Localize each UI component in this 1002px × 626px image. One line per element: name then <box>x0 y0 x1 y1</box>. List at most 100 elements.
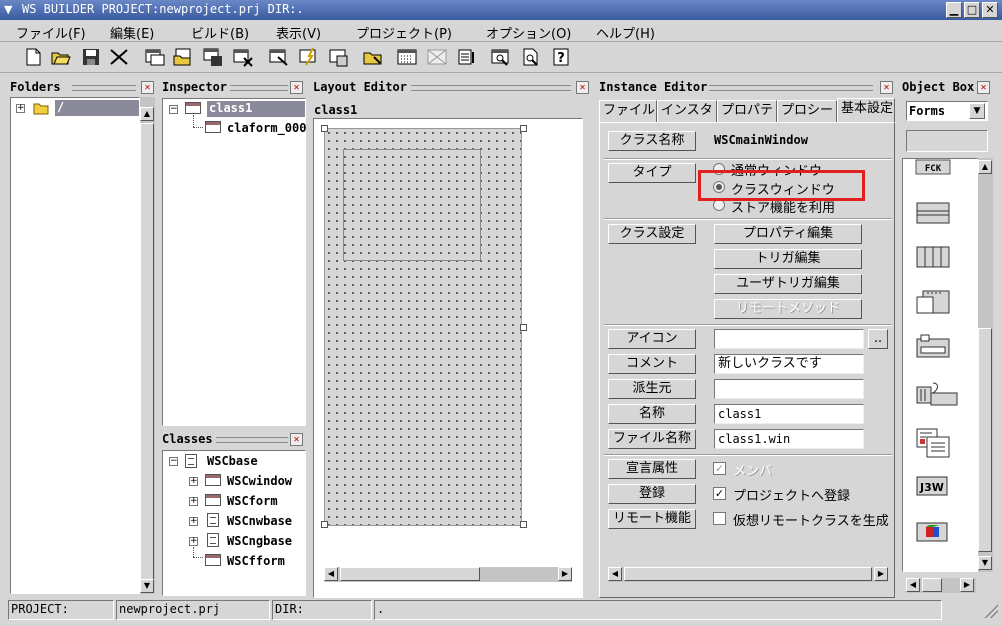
grid-icon[interactable] <box>396 47 420 69</box>
icon-button[interactable]: アイコン <box>608 329 696 349</box>
class-item[interactable]: WSCfform <box>227 554 285 568</box>
inspector-collapse-icon[interactable]: − <box>169 105 178 114</box>
class-name-button[interactable]: クラス名称 <box>608 131 696 151</box>
inspector-item-class1[interactable]: class1 <box>207 101 305 117</box>
list-icon[interactable] <box>456 47 480 69</box>
color-cube-icon[interactable] <box>915 521 951 555</box>
scroll-down-arrow[interactable]: ▼ <box>978 556 992 570</box>
trigger-edit-button[interactable]: トリガ編集 <box>714 249 862 269</box>
object-box-hscroll[interactable]: ◀ ▶ <box>906 578 976 593</box>
remote-function-button[interactable]: リモート機能 <box>608 509 696 529</box>
class-expand-icon[interactable]: + <box>189 477 198 486</box>
inspector-item-claform[interactable]: claform_000 <box>227 121 306 135</box>
icon-browse-button[interactable]: .. <box>868 329 888 349</box>
resize-handle[interactable] <box>520 521 527 528</box>
j3w-icon[interactable]: J3W <box>915 475 951 509</box>
scroll-up-arrow[interactable]: ▲ <box>140 107 154 121</box>
layout-editor-close-button[interactable]: ✕ <box>576 81 589 94</box>
remote-method-button[interactable]: リモートメソッド <box>714 299 862 319</box>
folder-expand-icon[interactable]: + <box>16 104 25 113</box>
folders-scrollbar[interactable]: ▲ ▼ <box>140 97 155 594</box>
property-edit-button[interactable]: プロパティ編集 <box>714 224 862 244</box>
close-button[interactable]: ✕ <box>982 2 998 18</box>
resize-grip-icon[interactable] <box>984 604 998 618</box>
menu-build[interactable]: ビルド(B) <box>191 23 249 42</box>
filename-field[interactable]: class1.win <box>714 429 864 449</box>
object-box-scrollbar[interactable]: ▲ ▼ <box>978 158 993 572</box>
root-folder-item[interactable]: / <box>55 100 139 116</box>
folders-close-button[interactable]: ✕ <box>141 81 154 94</box>
menu-options[interactable]: オプション(O) <box>486 23 571 42</box>
comment-field[interactable]: 新しいクラスです <box>714 354 864 374</box>
register-button[interactable]: 登録 <box>608 484 696 504</box>
find-icon[interactable] <box>490 47 514 69</box>
class-settings-button[interactable]: クラス設定 <box>608 224 696 244</box>
column-list-icon[interactable] <box>915 243 951 277</box>
app-menu-icon[interactable]: ▼ <box>4 3 12 16</box>
scroll-thumb[interactable] <box>340 567 480 581</box>
cut-icon[interactable] <box>108 47 132 69</box>
new-class-icon[interactable] <box>144 47 168 69</box>
derived-from-field[interactable] <box>714 379 864 399</box>
class-expand-icon[interactable]: + <box>189 497 198 506</box>
resize-handle[interactable] <box>520 125 527 132</box>
maximize-button[interactable]: □ <box>964 2 980 18</box>
build-icon[interactable] <box>298 47 322 69</box>
scroll-left-arrow[interactable]: ◀ <box>608 567 622 581</box>
tab-procedure[interactable]: プロシー <box>777 100 837 122</box>
tab-basic-settings[interactable]: 基本設定 <box>837 98 895 122</box>
class-item[interactable]: WSCnwbase <box>227 514 292 528</box>
help-icon[interactable]: ? <box>550 47 574 69</box>
tab-instance[interactable]: インスタ <box>657 100 717 122</box>
folder-icon[interactable] <box>362 47 386 69</box>
layout-hscroll[interactable]: ◀ ▶ <box>324 567 572 582</box>
name-button[interactable]: 名称 <box>608 404 696 424</box>
close-class-icon[interactable] <box>232 47 256 69</box>
menu-file[interactable]: ファイル(F) <box>16 23 86 42</box>
class-expand-icon[interactable]: + <box>189 537 198 546</box>
open-folder-icon[interactable] <box>50 47 74 69</box>
class-item[interactable]: WSCngbase <box>227 534 292 548</box>
open-class-icon[interactable] <box>172 47 196 69</box>
scroll-right-arrow[interactable]: ▶ <box>558 567 572 581</box>
virtual-remote-checkbox[interactable] <box>713 512 726 525</box>
layout-icon[interactable] <box>426 47 450 69</box>
scroll-form-icon[interactable] <box>915 379 958 413</box>
user-trigger-edit-button[interactable]: ユーザトリガ編集 <box>714 274 862 294</box>
scroll-thumb[interactable] <box>624 567 872 581</box>
scroll-thumb[interactable] <box>922 578 942 592</box>
classes-close-button[interactable]: ✕ <box>290 433 303 446</box>
label-frame-icon[interactable] <box>915 333 951 367</box>
scroll-right-arrow[interactable]: ▶ <box>960 578 974 592</box>
type-button[interactable]: タイプ <box>608 163 696 183</box>
icon-field[interactable] <box>714 329 864 349</box>
object-box-close-button[interactable]: ✕ <box>977 81 990 94</box>
menu-help[interactable]: ヘルプ(H) <box>596 23 655 42</box>
run-icon[interactable] <box>328 47 352 69</box>
scroll-left-arrow[interactable]: ◀ <box>324 567 338 581</box>
scroll-up-arrow[interactable]: ▲ <box>978 160 992 174</box>
instance-hscroll[interactable]: ◀ ▶ <box>608 567 888 582</box>
object-box-search[interactable] <box>906 130 988 152</box>
menu-project[interactable]: プロジェクト(P) <box>356 23 452 42</box>
filename-button[interactable]: ファイル名称 <box>608 429 696 449</box>
class-item[interactable]: WSCform <box>227 494 278 508</box>
tab-form-icon[interactable] <box>915 287 951 321</box>
inspector-close-button[interactable]: ✕ <box>290 81 303 94</box>
minimize-button[interactable]: ▁ <box>946 2 962 18</box>
name-field[interactable]: class1 <box>714 404 864 424</box>
chevron-down-icon[interactable]: ▼ <box>969 103 985 119</box>
document-form-icon[interactable] <box>915 425 951 459</box>
scroll-right-arrow[interactable]: ▶ <box>874 567 888 581</box>
scroll-left-arrow[interactable]: ◀ <box>906 578 920 592</box>
derived-from-button[interactable]: 派生元 <box>608 379 696 399</box>
class-expand-icon[interactable]: + <box>189 517 198 526</box>
resize-handle[interactable] <box>321 125 328 132</box>
edit-icon[interactable] <box>268 47 292 69</box>
new-file-icon[interactable] <box>22 47 46 69</box>
form-component[interactable] <box>343 149 481 261</box>
menu-edit[interactable]: 編集(E) <box>110 23 154 42</box>
design-surface[interactable] <box>321 125 527 528</box>
classes-collapse-icon[interactable]: − <box>169 457 178 466</box>
save-icon[interactable] <box>80 47 104 69</box>
